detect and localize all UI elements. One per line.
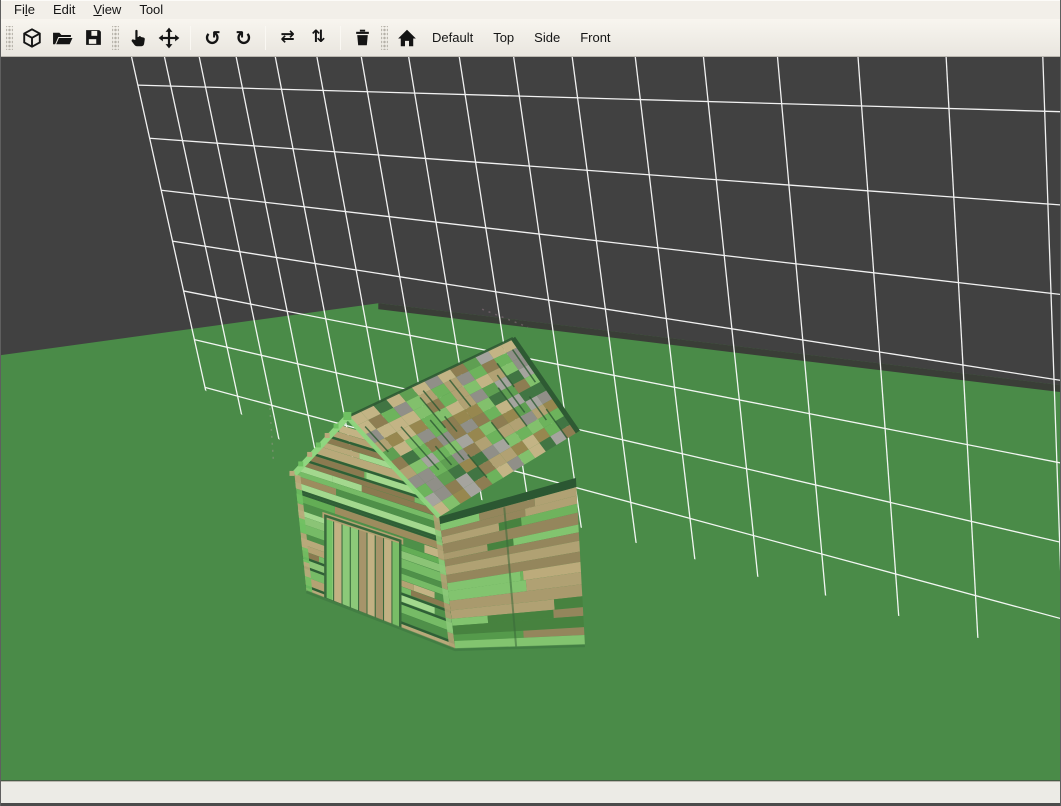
toolbar: ↺ ↻ ⇄ ⇅ Default Top Side Front [1,19,1060,57]
toolbar-separator [340,26,341,50]
hand-pointer-icon [128,28,148,48]
swap-horizontal-icon: ⇄ [280,29,294,46]
menu-tool[interactable]: Tool [130,1,172,19]
home-view-button[interactable] [391,22,422,53]
statusbar [1,781,1060,803]
open-button[interactable] [47,22,78,53]
house-apex-cap [343,412,351,420]
rotate-cw-icon: ↻ [235,28,252,48]
swap-vertical-icon: ⇅ [311,29,325,46]
flip-vertical-button[interactable]: ⇅ [303,22,334,53]
select-tool-button[interactable] [122,22,153,53]
viewport-3d-scene[interactable] [1,57,1060,781]
view-side-button[interactable]: Side [524,24,570,51]
menu-view[interactable]: View [84,1,130,19]
view-default-button[interactable]: Default [422,24,483,51]
new-model-button[interactable] [16,22,47,53]
app-window: File Edit View Tool ↺ ↻ ⇄ [0,0,1061,806]
toolbar-grip[interactable] [6,26,13,50]
move-tool-button[interactable] [153,22,184,53]
rotate-cw-button[interactable]: ↻ [228,22,259,53]
flip-horizontal-button[interactable]: ⇄ [272,22,303,53]
view-top-button[interactable]: Top [483,24,524,51]
rotate-ccw-button[interactable]: ↺ [197,22,228,53]
toolbar-grip[interactable] [381,26,388,50]
save-button[interactable] [78,22,109,53]
view-front-button[interactable]: Front [570,24,620,51]
home-icon [397,28,417,48]
floppy-save-icon [84,28,103,47]
toolbar-separator [190,26,191,50]
menu-edit[interactable]: Edit [44,1,84,19]
folder-open-icon [52,28,73,48]
move-arrows-icon [158,27,180,49]
rotate-ccw-icon: ↺ [204,28,221,48]
toolbar-grip[interactable] [112,26,119,50]
menu-file[interactable]: File [5,1,44,19]
trash-icon [353,28,372,47]
toolbar-separator [265,26,266,50]
delete-button[interactable] [347,22,378,53]
menubar: File Edit View Tool [1,0,1060,19]
cube-icon [22,28,42,48]
